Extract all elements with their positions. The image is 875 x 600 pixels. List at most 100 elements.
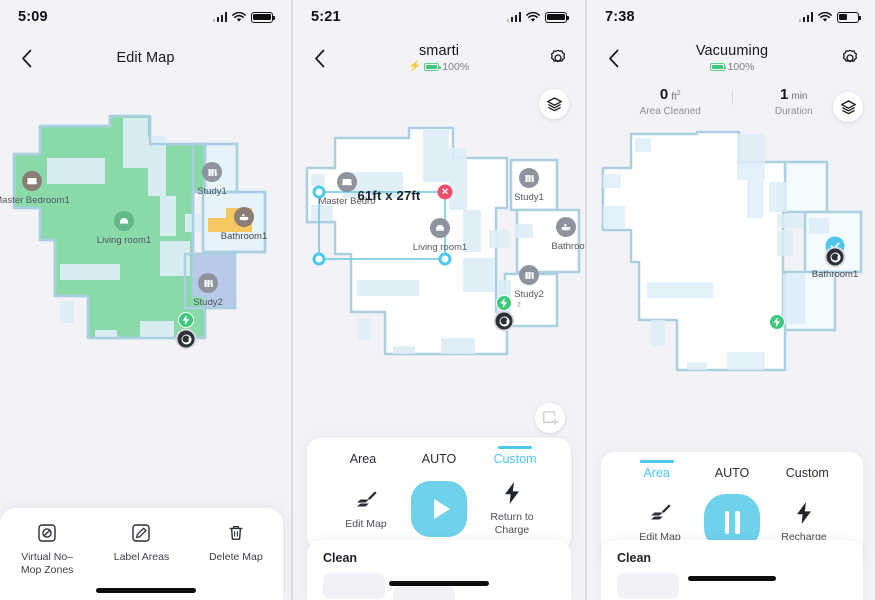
tool-label: Virtual No– Mop Zones <box>20 550 74 577</box>
stat-value: 1 <box>780 86 789 103</box>
tab-auto[interactable]: AUTO <box>694 462 769 486</box>
resize-handle-bottom-left[interactable] <box>312 252 326 266</box>
stat-unit-sup: 2 <box>676 89 681 97</box>
nav-center: smarti ⚡ 100% <box>409 43 469 73</box>
action-row: Edit Map Return to Charge <box>307 476 571 537</box>
robot-vacuum-icon[interactable] <box>824 246 846 268</box>
status-time: 7:38 <box>605 9 635 25</box>
panel-vacuuming: 7:38 Vacuuming 100% 0 ft2 Area Cleaned 1… <box>587 0 875 600</box>
page-title: smarti <box>418 43 460 59</box>
nav-bar: Edit Map <box>0 34 291 82</box>
floor-map-edit[interactable]: Master Bedroom1 Living room1 Study1 Bath… <box>0 96 291 426</box>
gear-icon[interactable] <box>545 45 571 71</box>
status-bar: 7:38 <box>587 0 875 34</box>
bolt-icon <box>769 500 839 526</box>
map-svg <box>305 126 581 356</box>
layers-button[interactable] <box>539 89 569 119</box>
layers-icon <box>840 99 856 114</box>
page-title: Edit Map <box>116 50 175 66</box>
tab-area[interactable]: Area <box>619 462 694 486</box>
clean-title: Clean <box>617 551 652 565</box>
action-label: Edit Map <box>345 517 387 530</box>
sofa-icon <box>430 218 450 238</box>
control-card: Area AUTO Custom Edit Map <box>307 438 571 551</box>
tab-auto[interactable]: AUTO <box>401 448 477 472</box>
add-zone-icon <box>542 410 558 425</box>
stat-value: 0 <box>659 86 669 103</box>
cellular-signal-icon <box>212 12 227 22</box>
page-title: Vacuuming <box>695 43 769 59</box>
tab-area[interactable]: Area <box>325 448 401 472</box>
robot-sensor <box>181 334 191 344</box>
action-label: Return to Charge <box>490 511 534 537</box>
mode-tabs: Area AUTO Custom <box>307 448 571 472</box>
resize-handle-top-left[interactable] <box>312 185 326 199</box>
wifi-icon <box>526 11 540 23</box>
back-chevron-icon[interactable] <box>601 45 627 71</box>
home-indicator <box>95 588 196 593</box>
robot-vacuum-icon[interactable] <box>493 310 515 332</box>
stat-label: Area Cleaned <box>639 106 701 117</box>
three-panel-screenshot: 5:09 Edit Map Master Bedroom1 Living roo… <box>0 0 875 600</box>
zzz-icon: z <box>517 299 521 309</box>
back-chevron-icon[interactable] <box>14 45 40 71</box>
robot-sensor <box>830 252 840 262</box>
stat-unit: min <box>791 91 808 102</box>
layers-icon <box>546 96 562 111</box>
floor-map-custom[interactable]: Master Bedro Living room1 Study1 Bathroo… <box>293 110 585 370</box>
charging-dock-icon <box>178 312 194 328</box>
tool-virtual-no-mop-zones[interactable]: Virtual No– Mop Zones <box>0 522 94 578</box>
robot-vacuum-icon[interactable] <box>175 328 197 350</box>
resize-handle-bottom-right[interactable] <box>438 252 452 266</box>
edit-map-toolbar: Virtual No– Mop Zones Label Areas Delete… <box>0 507 283 600</box>
edit-map-button[interactable]: Edit Map <box>625 500 695 544</box>
clean-sheet: Clean <box>307 540 571 600</box>
nav-center: Edit Map <box>116 50 174 66</box>
clean-chip[interactable] <box>617 573 679 599</box>
trash-icon <box>189 522 283 544</box>
books-icon <box>198 273 218 293</box>
status-indicators <box>506 11 570 23</box>
tab-custom[interactable]: Custom <box>477 448 553 472</box>
mode-tabs: Area AUTO Custom <box>601 462 863 486</box>
back-chevron-icon[interactable] <box>307 45 333 71</box>
home-indicator <box>688 576 776 581</box>
close-x-icon[interactable]: ✕ <box>437 184 453 200</box>
layers-button[interactable] <box>833 92 863 122</box>
bathtub-icon <box>234 207 254 227</box>
battery-full-icon <box>545 11 570 23</box>
tool-label-areas[interactable]: Label Areas <box>94 522 188 578</box>
tool-delete-map[interactable]: Delete Map <box>189 522 283 578</box>
status-indicators <box>798 11 862 23</box>
battery-small-icon <box>424 62 441 72</box>
bolt-icon <box>477 480 547 506</box>
tab-custom[interactable]: Custom <box>770 462 845 486</box>
charging-bolt-icon: ⚡ <box>408 61 422 72</box>
gear-icon[interactable] <box>837 45 863 71</box>
edit-map-button[interactable]: Edit Map <box>331 487 401 531</box>
battery-percent: 100% <box>727 61 755 73</box>
battery-full-icon <box>251 11 276 23</box>
clean-title: Clean <box>323 551 358 565</box>
bed-icon <box>22 171 42 191</box>
bathtub-icon <box>556 217 576 237</box>
add-zone-button[interactable] <box>535 403 565 433</box>
panel-smarti-custom: 5:21 smarti ⚡ 100% Master Bedro Living r… <box>293 0 585 600</box>
charging-dock-icon <box>769 314 785 330</box>
recharge-button[interactable]: Recharge <box>769 500 839 544</box>
cellular-signal-icon <box>506 12 521 22</box>
start-clean-button[interactable] <box>411 480 467 537</box>
return-to-charge-button[interactable]: Return to Charge <box>477 480 547 537</box>
nav-center: Vacuuming 100% <box>696 43 768 73</box>
wifi-icon <box>818 11 832 23</box>
bed-icon <box>337 172 357 192</box>
status-bar: 5:21 <box>293 0 585 34</box>
clean-chip[interactable] <box>393 586 455 600</box>
tool-label: Delete Map <box>208 550 263 563</box>
status-indicators <box>212 11 276 23</box>
clean-chip[interactable] <box>323 573 385 599</box>
battery-status: 100% <box>696 61 768 73</box>
floor-map-vacuuming[interactable]: Bathroom1 <box>587 122 875 412</box>
charging-dock-icon <box>496 295 512 311</box>
status-bar: 5:09 <box>0 0 291 34</box>
